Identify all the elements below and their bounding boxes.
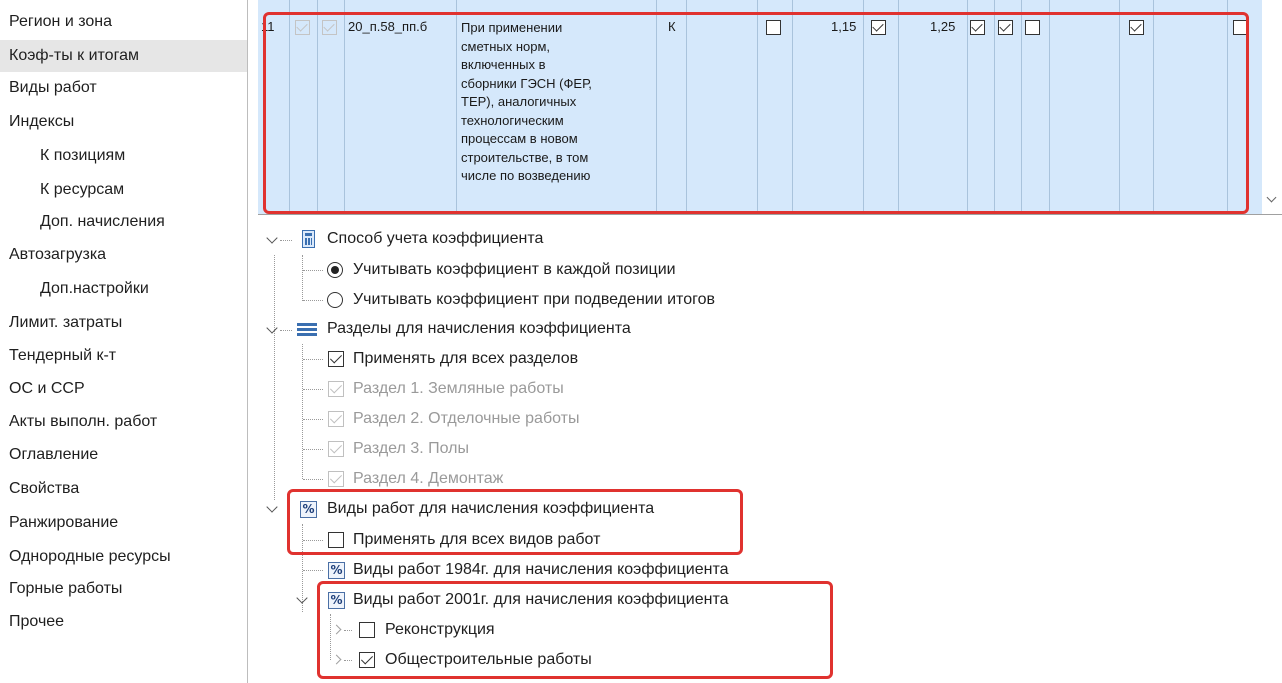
checkbox-all-sections[interactable] <box>328 351 344 367</box>
checkbox-reconstruction[interactable] <box>359 622 375 638</box>
sidebar-item-region[interactable]: Регион и зона <box>0 6 247 38</box>
expand-reconstruction-chevron-icon[interactable] <box>331 624 342 635</box>
option-each-label: Учитывать коэффициент в каждой позиции <box>353 261 676 278</box>
worktypes-2001-label: Виды работ 2001г. для начисления коэффиц… <box>353 591 729 608</box>
section-4-label: Раздел 4. Демонтаж <box>353 470 504 487</box>
section-1-label: Раздел 1. Земляные работы <box>353 380 564 397</box>
checkbox-all-worktypes[interactable] <box>328 532 344 548</box>
sidebar-item-properties[interactable]: Свойства <box>0 473 247 505</box>
sidebar-item-extra-charges[interactable]: Доп. начисления <box>0 206 247 238</box>
row-code: 20_п.58_пп.б <box>348 19 428 34</box>
row-description: При применении сметных норм, включенных … <box>461 20 592 183</box>
row-checkbox-7[interactable] <box>1025 20 1040 35</box>
calculator-icon <box>302 230 315 248</box>
expand-general-construction-chevron-icon[interactable] <box>331 654 342 665</box>
grid-divider <box>258 214 1282 215</box>
checkbox-section-4 <box>328 471 344 487</box>
checkbox-section-1 <box>328 381 344 397</box>
sidebar-item-mining[interactable]: Горные работы <box>0 573 247 605</box>
coefficients-grid[interactable]: 11 20_п.58_пп.б При применении сметных н… <box>258 0 1262 214</box>
sidebar-item-acts[interactable]: Акты выполн. работ <box>0 406 247 438</box>
all-sections-label: Применять для всех разделов <box>353 350 579 367</box>
section-2-label: Раздел 2. Отделочные работы <box>353 410 580 427</box>
worktypes-1984-label: Виды работ 1984г. для начисления коэффиц… <box>353 561 729 578</box>
general-construction-label: Общестроительные работы <box>385 651 592 668</box>
sidebar-item-coefficients[interactable]: Коэф-ты к итогам <box>0 40 247 72</box>
row-type: К <box>668 19 676 34</box>
expand-method-chevron-icon[interactable] <box>266 232 278 244</box>
worktypes-label: Виды работ для начисления коэффициента <box>327 500 655 517</box>
checkbox-section-3 <box>328 441 344 457</box>
expand-worktypes-2001-chevron-icon[interactable] <box>296 592 308 604</box>
sidebar-item-os-ssr[interactable]: ОС и ССР <box>0 373 247 405</box>
row-checkbox-6[interactable] <box>998 20 1013 35</box>
all-worktypes-label: Применять для всех видов работ <box>353 531 601 548</box>
sidebar-item-contents[interactable]: Оглавление <box>0 439 247 471</box>
row-checkbox-9[interactable] <box>1233 20 1248 35</box>
sidebar-item-to-resources[interactable]: К ресурсам <box>0 174 247 206</box>
row-checkbox-4[interactable] <box>871 20 886 35</box>
row-checkbox-8[interactable] <box>1129 20 1144 35</box>
sidebar-item-work-types[interactable]: Виды работ <box>0 72 247 104</box>
checkbox-general-construction[interactable] <box>359 652 375 668</box>
reconstruction-label: Реконструкция <box>385 621 495 638</box>
panel-splitter[interactable] <box>247 0 248 683</box>
sidebar-item-to-positions[interactable]: К позициям <box>0 140 247 172</box>
scroll-down-icon[interactable] <box>1262 190 1282 212</box>
row-checkbox-2 <box>322 20 337 35</box>
sidebar-item-extra-settings[interactable]: Доп.настройки <box>0 273 247 305</box>
row-number: 11 <box>261 19 275 34</box>
sidebar-item-ranking[interactable]: Ранжирование <box>0 507 247 539</box>
list-icon <box>297 323 317 337</box>
sidebar-item-indexes[interactable]: Индексы <box>0 106 247 138</box>
row-coef-2: 1,25 <box>930 19 956 34</box>
checkbox-section-2 <box>328 411 344 427</box>
option-totals-label: Учитывать коэффициент при подведении ито… <box>353 291 715 308</box>
row-checkbox-3[interactable] <box>766 20 781 35</box>
row-checkbox-1 <box>295 20 310 35</box>
expand-worktypes-chevron-icon[interactable] <box>266 501 278 513</box>
percent-icon: % <box>300 501 317 518</box>
radio-at-totals[interactable] <box>327 292 343 308</box>
percent-icon: % <box>328 592 345 609</box>
sidebar-item-autoload[interactable]: Автозагрузка <box>0 239 247 271</box>
row-coef-1: 1,15 <box>831 19 857 34</box>
sidebar-item-limit-costs[interactable]: Лимит. затраты <box>0 307 247 339</box>
percent-icon: % <box>328 562 345 579</box>
sections-label: Разделы для начисления коэффициента <box>327 320 631 337</box>
section-3-label: Раздел 3. Полы <box>353 440 469 457</box>
radio-each-position[interactable] <box>327 262 343 278</box>
sidebar-item-other[interactable]: Прочее <box>0 606 247 638</box>
sidebar-item-tender[interactable]: Тендерный к-т <box>0 340 247 372</box>
expand-sections-chevron-icon[interactable] <box>266 322 278 334</box>
sidebar: Регион и зона Коэф-ты к итогам Виды рабо… <box>0 0 247 683</box>
sidebar-item-homogeneous[interactable]: Однородные ресурсы <box>0 541 247 573</box>
row-checkbox-5[interactable] <box>970 20 985 35</box>
tree-node-method-label: Способ учета коэффициента <box>327 230 544 247</box>
